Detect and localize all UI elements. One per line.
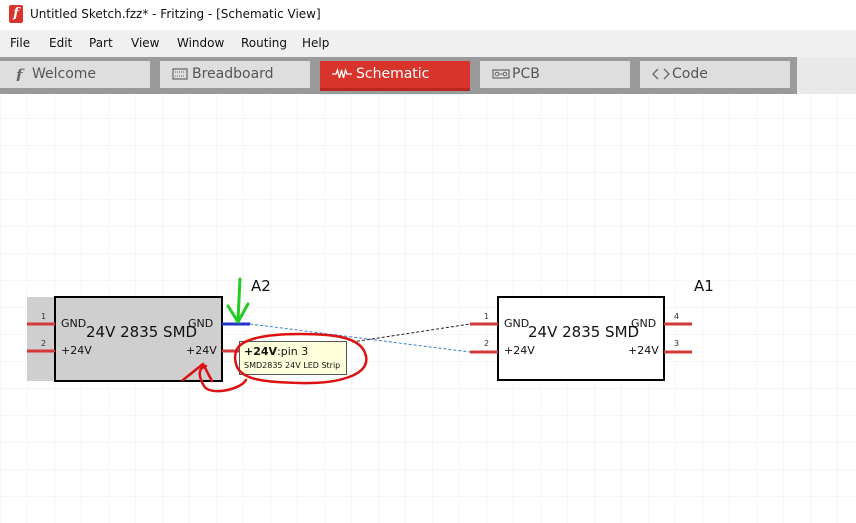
tab-breadboard[interactable]: Breadboard (160, 61, 310, 88)
red-circle-annotation (181, 332, 368, 393)
tab-bar-filler (797, 57, 856, 94)
breadboard-icon (172, 67, 188, 81)
active-tab-indicator (320, 88, 470, 91)
window-title: Untitled Sketch.fzz* - Fritzing - [Schem… (30, 7, 321, 21)
tab-code[interactable]: Code (640, 61, 790, 88)
annotations-layer (181, 277, 368, 393)
menu-window[interactable]: Window (177, 36, 224, 50)
title-bar: f Untitled Sketch.fzz* - Fritzing - [Sch… (0, 0, 856, 30)
tab-pcb[interactable]: PCB (480, 61, 630, 88)
menu-edit[interactable]: Edit (49, 36, 72, 50)
menu-routing[interactable]: Routing (241, 36, 287, 50)
tab-pcb-label: PCB (512, 66, 540, 82)
fritzing-f-icon: f (12, 66, 28, 84)
tab-code-label: Code (672, 66, 708, 82)
fritzing-app-icon: f (9, 5, 23, 23)
tab-welcome[interactable]: f Welcome (0, 61, 150, 88)
menu-help[interactable]: Help (302, 36, 329, 50)
menu-part[interactable]: Part (89, 36, 113, 50)
svg-text:f: f (15, 67, 25, 81)
schematic-canvas[interactable]: GND +24V GND +24V 24V 2835 SMD A2 1 2 GN… (0, 94, 856, 523)
code-brackets-icon (652, 67, 670, 81)
tab-welcome-label: Welcome (32, 66, 97, 82)
menu-bar: File Edit Part View Window Routing Help (0, 30, 856, 57)
tab-breadboard-label: Breadboard (192, 66, 274, 82)
green-arrow-annotation (226, 277, 250, 324)
tab-schematic[interactable]: Schematic (320, 61, 470, 91)
menu-view[interactable]: View (131, 36, 159, 50)
pcb-icon (492, 67, 510, 81)
menu-file[interactable]: File (10, 36, 30, 50)
tab-schematic-label: Schematic (356, 66, 430, 82)
resistor-icon (332, 67, 352, 81)
view-tab-bar: f Welcome Breadboard Schematic PCB Code (0, 57, 856, 94)
